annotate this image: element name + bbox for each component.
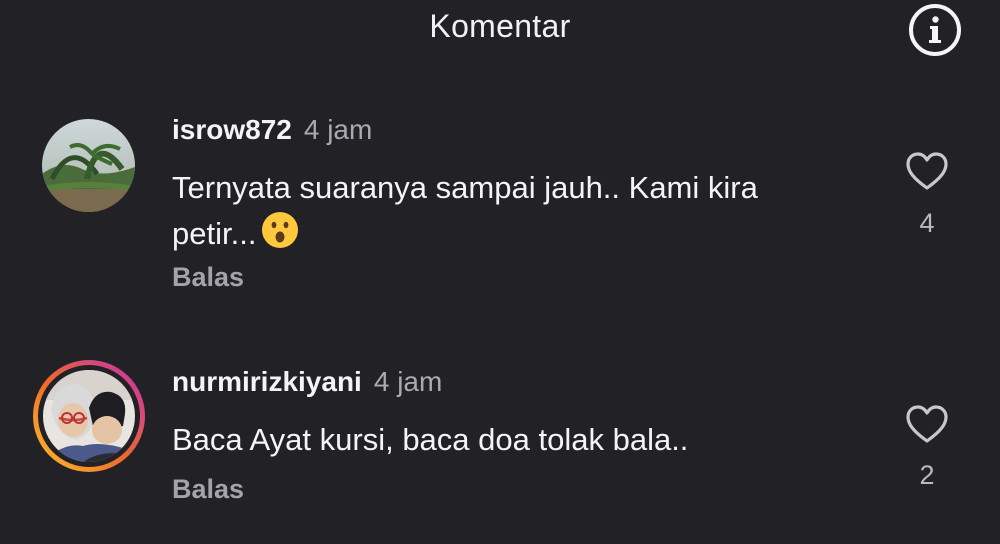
page-title: Komentar bbox=[429, 8, 571, 44]
reply-button[interactable]: Balas bbox=[172, 474, 244, 505]
avatar bbox=[43, 370, 135, 462]
username-text[interactable]: nurmirizkiyani bbox=[172, 366, 362, 397]
comment-text: Ternyata suaranya sampai jauh.. Kami kir… bbox=[172, 166, 832, 262]
avatar[interactable] bbox=[42, 119, 135, 212]
story-ring[interactable] bbox=[33, 360, 145, 472]
info-icon bbox=[909, 4, 961, 56]
timestamp: 4 jam bbox=[373, 366, 443, 397]
heart-icon bbox=[906, 152, 948, 190]
like-count: 2 bbox=[919, 460, 935, 490]
like-count: 4 bbox=[919, 208, 935, 238]
heart-icon bbox=[906, 405, 948, 443]
timestamp: 4 jam bbox=[303, 114, 373, 145]
surprised-face-icon bbox=[260, 210, 300, 262]
avatar-photo bbox=[43, 370, 135, 462]
avatar-photo bbox=[42, 119, 135, 212]
like-button[interactable] bbox=[905, 404, 949, 444]
header: Komentar bbox=[0, 0, 1000, 56]
comment-text: Baca Ayat kursi, baca doa tolak bala.. bbox=[172, 418, 832, 462]
username-text[interactable]: isrow872 bbox=[172, 114, 292, 145]
info-button[interactable] bbox=[908, 3, 962, 57]
reply-button[interactable]: Balas bbox=[172, 262, 244, 293]
comment-username[interactable]: nurmirizkiyani 4 jam bbox=[172, 366, 442, 398]
comment-body: Baca Ayat kursi, baca doa tolak bala.. bbox=[172, 422, 689, 457]
comment-username[interactable]: isrow872 4 jam bbox=[172, 114, 372, 146]
like-button[interactable] bbox=[905, 151, 949, 191]
